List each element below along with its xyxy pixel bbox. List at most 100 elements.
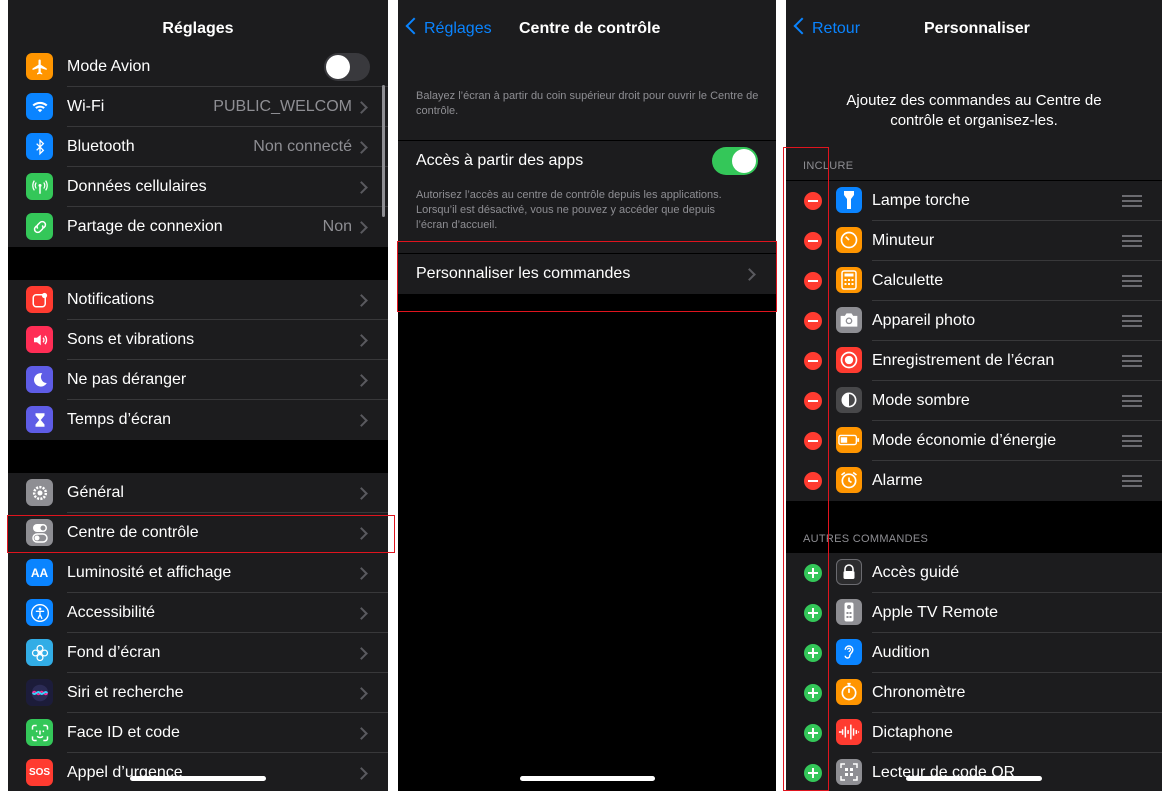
wifi-icon (26, 93, 53, 120)
highlight-control-center-item (7, 515, 395, 553)
chevron-right-icon (355, 567, 368, 580)
settings-item-airplane[interactable]: Mode Avion (8, 47, 388, 87)
settings-item-hotspot[interactable]: Partage de connexion Non (8, 207, 388, 247)
control-label: Apple TV Remote (872, 604, 998, 621)
control-center-navbar: Réglages Centre de contrôle (398, 0, 776, 50)
control-label: Lampe torche (872, 192, 970, 209)
home-indicator[interactable] (906, 776, 1042, 781)
settings-item-accessibility[interactable]: Accessibilité (8, 593, 388, 633)
settings-item-display[interactable]: AA Luminosité et affichage (8, 553, 388, 593)
settings-item-face-id[interactable]: Face ID et code (8, 713, 388, 753)
other-control-row: Accès guidé (786, 553, 1162, 593)
reorder-handle[interactable] (1122, 235, 1142, 247)
face-id-icon (26, 719, 53, 746)
chevron-right-icon (355, 374, 368, 387)
customize-screen: Retour Personnaliser Ajoutez des command… (786, 0, 1162, 791)
camera-icon (836, 307, 862, 333)
chevron-right-icon (355, 767, 368, 780)
airplane-mode-toggle[interactable] (324, 53, 370, 81)
stopwatch-icon (836, 679, 862, 705)
included-control-row: Mode sombre (786, 381, 1162, 421)
page-title: Centre de contrôle (519, 20, 661, 37)
control-label: Alarme (872, 472, 923, 489)
home-indicator[interactable] (520, 776, 655, 781)
control-label: Mode économie d’énergie (872, 432, 1057, 449)
settings-item-label: Face ID et code (67, 724, 180, 741)
dark-mode-icon (836, 387, 862, 413)
settings-item-label: Notifications (67, 291, 155, 308)
settings-item-label: Siri et recherche (67, 684, 184, 701)
settings-item-siri[interactable]: Siri et recherche (8, 673, 388, 713)
settings-item-label: Sons et vibrations (67, 331, 195, 348)
back-button[interactable]: Retour (793, 17, 861, 38)
back-button[interactable]: Réglages (405, 17, 492, 38)
flashlight-icon (836, 187, 862, 213)
other-control-row: Chronomètre (786, 673, 1162, 713)
back-button-label: Retour (812, 20, 861, 37)
chevron-right-icon (355, 687, 368, 700)
ear-icon (836, 639, 862, 665)
settings-item-sounds[interactable]: Sons et vibrations (8, 320, 388, 360)
reorder-handle[interactable] (1122, 195, 1142, 207)
connectivity-group: Mode Avion Wi-Fi PUBLIC_WELCOM Bluetooth… (8, 47, 388, 247)
settings-item-notifications[interactable]: Notifications (8, 280, 388, 320)
control-center-settings-screen: Réglages Centre de contrôle Balayez l’éc… (398, 0, 776, 791)
qr-code-icon (836, 759, 862, 785)
calculator-icon (836, 267, 862, 293)
access-from-apps-toggle[interactable] (712, 147, 758, 175)
settings-item-label: Wi-Fi (67, 98, 105, 115)
access-note: Autorisez l’accès au centre de contrôle … (416, 189, 722, 231)
settings-item-label: Général (67, 484, 124, 501)
settings-item-label: Accessibilité (67, 604, 156, 621)
chevron-left-icon (405, 17, 423, 35)
notifications-group: Notifications Sons et vibrations Ne pas … (8, 280, 388, 440)
settings-item-cellular[interactable]: Données cellulaires (8, 167, 388, 207)
waveform-icon (836, 719, 862, 745)
chevron-right-icon (355, 334, 368, 347)
settings-item-do-not-disturb[interactable]: Ne pas déranger (8, 360, 388, 400)
control-label: Enregistrement de l’écran (872, 352, 1055, 369)
other-control-row: Audition (786, 633, 1162, 673)
reorder-handle[interactable] (1122, 315, 1142, 327)
gear-icon (26, 479, 53, 506)
included-control-row: Enregistrement de l’écran (786, 341, 1162, 381)
back-button-label: Réglages (424, 20, 492, 37)
included-control-row: Mode économie d’énergie (786, 421, 1162, 461)
reorder-handle[interactable] (1122, 275, 1142, 287)
reorder-handle[interactable] (1122, 475, 1142, 487)
settings-navbar: Réglages (8, 0, 388, 50)
page-title: Réglages (162, 20, 234, 37)
home-indicator[interactable] (130, 776, 266, 781)
reorder-handle[interactable] (1122, 355, 1142, 367)
moon-icon (26, 366, 53, 393)
accessibility-icon (26, 599, 53, 626)
settings-item-wallpaper[interactable]: Fond d’écran (8, 633, 388, 673)
included-control-row: Minuteur (786, 221, 1162, 261)
settings-item-general[interactable]: Général (8, 473, 388, 513)
settings-item-label: Fond d’écran (67, 644, 161, 661)
included-controls-list: Lampe torche Minuteur Calculette Apparei… (786, 181, 1162, 501)
control-label: Accès guidé (872, 564, 960, 581)
settings-item-emergency-sos[interactable]: SOS Appel d’urgence (8, 753, 388, 791)
settings-item-bluetooth[interactable]: Bluetooth Non connecté (8, 127, 388, 167)
intro-section: Balayez l’écran à partir du coin supérie… (398, 50, 776, 140)
battery-icon (836, 427, 862, 453)
other-control-row: Lecteur de code QR (786, 753, 1162, 791)
link-icon (26, 213, 53, 240)
settings-screen: Réglages Mode Avion Wi-Fi PUBLIC_WELCOM … (8, 0, 388, 791)
reorder-handle[interactable] (1122, 395, 1142, 407)
chevron-right-icon (355, 647, 368, 660)
highlight-customize-controls (397, 241, 777, 312)
scroll-indicator[interactable] (382, 85, 385, 217)
settings-item-label: Temps d’écran (67, 411, 172, 428)
settings-item-screen-time[interactable]: Temps d’écran (8, 400, 388, 440)
settings-item-label: Données cellulaires (67, 178, 207, 195)
access-group: Accès à partir des apps (398, 141, 776, 181)
reorder-handle[interactable] (1122, 435, 1142, 447)
settings-item-label: Partage de connexion (67, 218, 223, 235)
chevron-right-icon (355, 487, 368, 500)
chevron-right-icon (355, 141, 368, 154)
control-label: Minuteur (872, 232, 935, 249)
settings-item-wifi[interactable]: Wi-Fi PUBLIC_WELCOM (8, 87, 388, 127)
included-control-row: Lampe torche (786, 181, 1162, 221)
